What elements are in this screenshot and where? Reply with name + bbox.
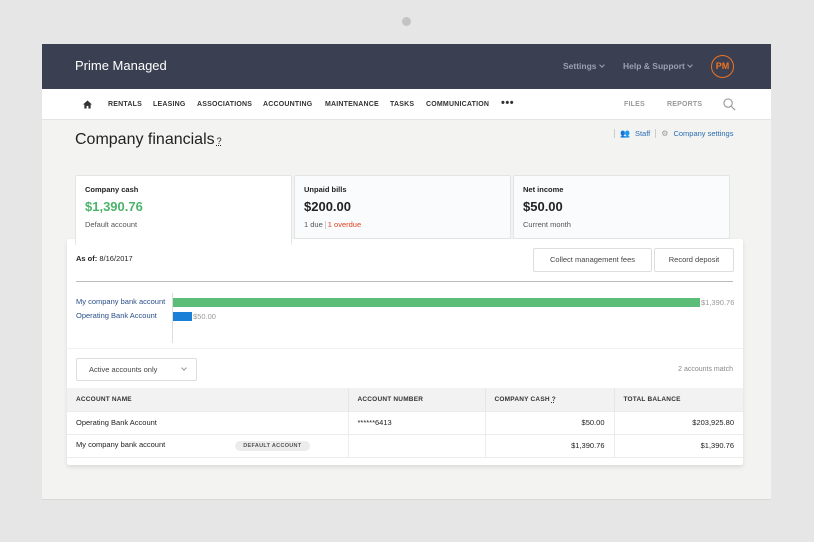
col-total-balance[interactable]: TOTAL BALANCE — [614, 388, 743, 411]
col-account-number[interactable]: ACCOUNT NUMBER — [348, 388, 486, 411]
as-of-date: As of: 8/16/2017 — [76, 254, 133, 263]
main-nav: RENTALS LEASING ASSOCIATIONS ACCOUNTING … — [42, 89, 771, 120]
nav-communication[interactable]: COMMUNICATION — [426, 101, 489, 108]
overdue-count[interactable]: 1 overdue — [328, 220, 361, 229]
card-value: $1,390.76 — [85, 199, 143, 214]
total-balance: $203,925.80 — [614, 410, 743, 434]
nav-files[interactable]: FILES — [624, 101, 645, 108]
card-unpaid-bills[interactable]: Unpaid bills $200.00 1 due 1 overdue — [294, 175, 511, 239]
total-balance: $1,390.76 — [614, 433, 743, 457]
account-name[interactable]: Operating Bank Account — [67, 410, 349, 434]
avatar[interactable]: PM — [711, 55, 734, 78]
select-value: Active accounts only — [89, 365, 158, 374]
nav-leasing[interactable]: LEASING — [153, 101, 186, 108]
account-name[interactable]: My company bank account — [76, 440, 165, 449]
page-title: Company financials? — [75, 131, 222, 149]
divider — [324, 221, 326, 230]
card-net-income[interactable]: Net income $50.00 Current month — [513, 175, 730, 239]
card-value: $50.00 — [523, 199, 563, 214]
chevron-down-icon — [598, 62, 605, 68]
col-account-name[interactable]: ACCOUNT NAME — [67, 388, 349, 411]
help-support-menu[interactable]: Help & Support — [623, 61, 693, 71]
collect-management-fees-button[interactable]: Collect management fees — [533, 248, 652, 272]
col-company-cash-label: COMPANY CASH — [494, 395, 550, 403]
staff-icon: 👥 — [620, 129, 630, 138]
col-company-cash[interactable]: COMPANY CASH ? — [485, 388, 615, 411]
table-footer — [67, 457, 743, 465]
card-label: Net income — [523, 185, 564, 194]
account-name-cell: My company bank account DEFAULT ACCOUNT — [67, 433, 349, 457]
page-links: 👥 Staff ⚙ Company settings — [614, 129, 733, 138]
card-label: Company cash — [85, 185, 139, 194]
chart-value-label: $50.00 — [193, 311, 216, 321]
nav-rentals[interactable]: RENTALS — [108, 101, 142, 108]
card-sub: 1 due 1 overdue — [304, 220, 501, 230]
card-label: Unpaid bills — [304, 185, 347, 194]
chart-value-label: $1,390.76 — [701, 297, 735, 307]
nav-tasks[interactable]: TASKS — [390, 101, 414, 108]
account-number — [348, 433, 486, 457]
chart-category-label[interactable]: My company bank account — [76, 297, 165, 306]
chart-bar[interactable] — [173, 312, 192, 321]
card-sub: Current month — [523, 220, 571, 229]
home-icon[interactable] — [83, 100, 92, 109]
card-sub: Default account — [85, 220, 138, 229]
table-row[interactable]: Operating Bank Account ******6413 $50.00… — [67, 410, 743, 434]
divider — [76, 281, 733, 282]
account-number: ******6413 — [348, 410, 486, 434]
brand-name[interactable]: Prime Managed — [75, 58, 167, 73]
chevron-down-icon — [687, 62, 693, 68]
app-screen: Prime Managed Settings Help & Support PM… — [42, 44, 771, 500]
chevron-down-icon — [181, 365, 187, 371]
nav-associations[interactable]: ASSOCIATIONS — [197, 101, 252, 108]
company-cash: $50.00 — [485, 410, 615, 434]
divider — [655, 129, 657, 138]
account-filter-select[interactable]: Active accounts only — [76, 358, 197, 381]
as-of-value: 8/16/2017 — [99, 254, 133, 263]
chart-category-label[interactable]: Operating Bank Account — [76, 311, 157, 320]
accounts-table: ACCOUNT NAME ACCOUNT NUMBER COMPANY CASH… — [67, 388, 743, 457]
filter-row: Active accounts only 2 accounts match — [67, 348, 743, 388]
company-cash: $1,390.76 — [485, 433, 615, 457]
company-settings-link[interactable]: Company settings — [673, 129, 733, 138]
record-deposit-button[interactable]: Record deposit — [654, 248, 734, 272]
cash-panel: As of: 8/16/2017 Collect management fees… — [67, 239, 743, 465]
help-icon[interactable]: ? — [217, 136, 222, 146]
settings-label: Settings — [563, 61, 597, 71]
chart-bar[interactable] — [173, 298, 700, 307]
search-icon[interactable] — [723, 98, 736, 111]
due-count: 1 due — [304, 220, 323, 229]
device-camera — [402, 17, 411, 26]
help-support-label: Help & Support — [623, 61, 685, 71]
card-value: $200.00 — [304, 199, 351, 214]
staff-link[interactable]: Staff — [635, 129, 650, 138]
divider — [614, 129, 615, 138]
nav-accounting[interactable]: ACCOUNTING — [263, 101, 312, 108]
default-account-badge: DEFAULT ACCOUNT — [235, 441, 310, 452]
settings-menu[interactable]: Settings — [563, 61, 605, 71]
table-row[interactable]: My company bank account DEFAULT ACCOUNT $… — [67, 433, 743, 457]
page-title-text: Company financials — [75, 131, 215, 148]
cash-bar-chart: My company bank account $1,390.76 Operatin… — [67, 287, 743, 347]
card-company-cash[interactable]: Company cash $1,390.76 Default account — [75, 175, 292, 245]
as-of-label: As of: — [76, 254, 98, 263]
top-bar: Prime Managed Settings Help & Support PM — [42, 44, 771, 89]
nav-maintenance[interactable]: MAINTENANCE — [325, 101, 379, 108]
table-header-row: ACCOUNT NAME ACCOUNT NUMBER COMPANY CASH… — [67, 388, 743, 411]
help-icon[interactable]: ? — [552, 396, 556, 403]
gear-icon: ⚙ — [661, 129, 669, 138]
match-count: 2 accounts match — [678, 366, 733, 373]
more-menu-icon[interactable]: ••• — [501, 97, 514, 109]
nav-reports[interactable]: REPORTS — [667, 101, 702, 108]
